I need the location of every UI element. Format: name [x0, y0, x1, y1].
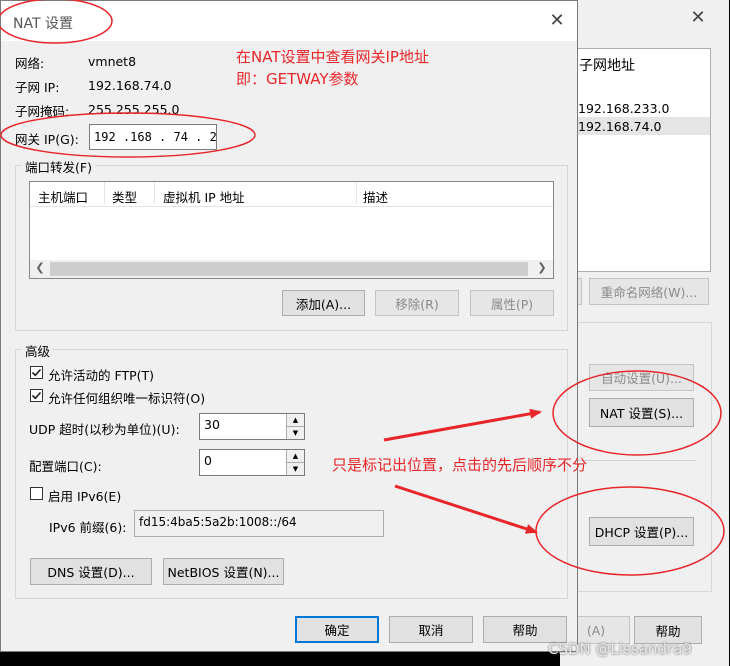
network-list[interactable]: 子网地址 192.168.233.0 192.168.74.0 [574, 48, 711, 272]
spin-down-icon[interactable]: ▼ [287, 427, 304, 439]
spin-down-icon[interactable]: ▼ [287, 463, 304, 475]
horizontal-scrollbar[interactable]: ❮ ❯ [30, 260, 553, 278]
check-icon [31, 391, 42, 400]
nat-settings-dialog: NAT 设置 ✕ 网络: vmnet8 子网 IP: 192.168.74.0 … [0, 0, 578, 652]
network-label: 网络: [15, 56, 45, 71]
subnet-row-label: 192.168.74.0 [578, 119, 662, 134]
subnet-column-header[interactable]: 子网地址 [579, 55, 635, 75]
config-port-spinner[interactable]: ▲ ▼ [286, 450, 304, 475]
table-header: 主机端口 类型 虚拟机 IP 地址 描述 [30, 182, 553, 207]
ok-button[interactable]: 确定 [295, 616, 379, 643]
allow-ftp-checkbox[interactable] [30, 366, 43, 379]
allow-oui-checkbox[interactable] [30, 389, 43, 402]
title-bar: NAT 设置 ✕ [1, 1, 577, 41]
column-header[interactable]: 类型 [112, 187, 137, 206]
allow-oui-label[interactable]: 允许任何组织唯一标识符(O) [48, 388, 205, 407]
allow-ftp-label[interactable]: 允许活动的 FTP(T) [48, 365, 154, 384]
subnet-ip-label: 子网 IP: [15, 80, 60, 95]
subnet-row[interactable]: 192.168.233.0 [578, 101, 669, 116]
subnet-mask-label: 子网掩码: [15, 104, 70, 119]
gateway-ip-field[interactable]: 192 .168 . 74 . 2 [89, 124, 217, 150]
cancel-button[interactable]: 取消 [389, 616, 473, 643]
udp-timeout-label: UDP 超时(以秒为单位)(U): [29, 422, 180, 437]
check-icon [31, 368, 42, 377]
annotation-note-1-line-2: 即：GETWAY参数 [236, 70, 359, 88]
column-header[interactable]: 描述 [363, 187, 388, 206]
scroll-right-icon[interactable]: ❯ [534, 261, 550, 277]
annotation-note-2: 只是标记出位置，点击的先后顺序不分 [332, 456, 588, 474]
rename-network-button[interactable]: 重命名网络(W)... [589, 278, 709, 305]
ipv6-prefix-field[interactable]: fd15:4ba5:5a2b:1008::/64 [134, 510, 384, 537]
subnet-mask-value: 255.255.255.0 [88, 102, 180, 117]
subnet-row-selected[interactable]: 192.168.74.0 [575, 117, 710, 135]
subnet-ip-value: 192.168.74.0 [88, 78, 172, 93]
watermark: CSDN @Lissandra9 [548, 640, 692, 658]
enable-ipv6-label[interactable]: 启用 IPv6(E) [48, 486, 121, 505]
spin-up-icon[interactable]: ▲ [287, 414, 304, 427]
column-header[interactable]: 虚拟机 IP 地址 [163, 187, 245, 206]
column-divider [154, 182, 155, 204]
netbios-settings-button[interactable]: NetBIOS 设置(N)... [163, 558, 284, 585]
spin-up-icon[interactable]: ▲ [287, 450, 304, 463]
enable-ipv6-checkbox[interactable] [30, 487, 43, 500]
dhcp-settings-button[interactable]: DHCP 设置(P)... [589, 517, 694, 546]
dns-settings-button[interactable]: DNS 设置(D)... [30, 558, 152, 585]
close-icon[interactable]: ✕ [688, 8, 708, 28]
port-forward-title: 端口转发(F) [22, 157, 95, 176]
scroll-left-icon[interactable]: ❮ [32, 261, 48, 277]
port-forward-table[interactable]: 主机端口 类型 虚拟机 IP 地址 描述 ❮ ❯ [29, 181, 554, 279]
scroll-thumb[interactable] [50, 262, 528, 276]
auto-settings-button[interactable]: 自动设置(U)... [589, 364, 694, 391]
config-port-label: 配置端口(C): [29, 459, 102, 474]
column-divider [356, 182, 357, 204]
annotation-note-1-line-1: 在NAT设置中查看网关IP地址 [236, 48, 429, 66]
remove-button[interactable]: 移除(R) [375, 290, 459, 316]
help-button[interactable]: 帮助 [483, 616, 567, 643]
advanced-title: 高级 [22, 341, 54, 360]
gateway-label: 网关 IP(G): [15, 132, 79, 147]
divider [578, 460, 696, 461]
settings-group-border [570, 322, 712, 592]
column-header[interactable]: 主机端口 [38, 187, 88, 206]
dialog-title: NAT 设置 [13, 16, 73, 32]
properties-button[interactable]: 属性(P) [470, 290, 554, 316]
network-value: vmnet8 [88, 54, 137, 69]
add-button[interactable]: 添加(A)... [282, 290, 365, 316]
virtual-network-editor-window: ✕ 子网地址 192.168.233.0 192.168.74.0 重命名网络(… [560, 0, 729, 666]
close-icon[interactable]: ✕ [547, 11, 567, 31]
ipv6-prefix-label: IPv6 前缀(6): [49, 520, 127, 535]
udp-timeout-spinner[interactable]: ▲ ▼ [286, 414, 304, 439]
nat-settings-button[interactable]: NAT 设置(S)... [589, 398, 694, 427]
column-divider [104, 182, 105, 204]
